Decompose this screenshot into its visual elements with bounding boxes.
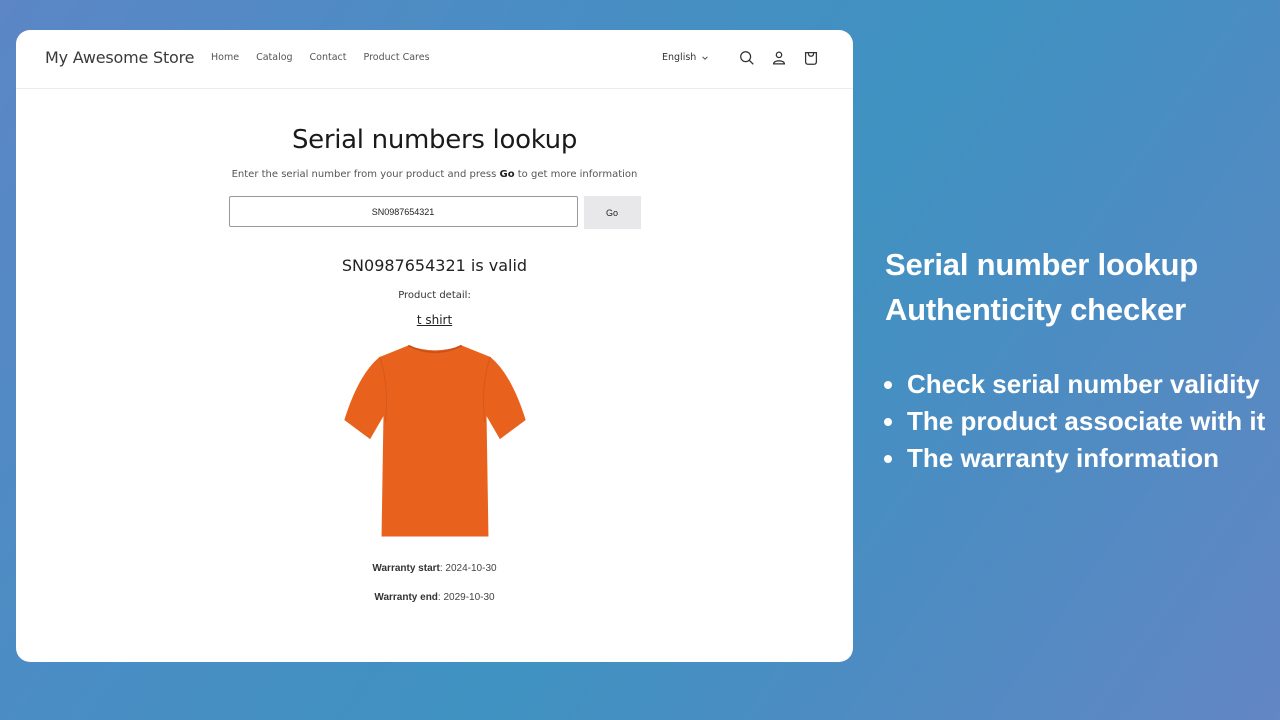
store-logo[interactable]: My Awesome Store (45, 48, 195, 67)
validity-result: SN0987654321 is valid (341, 256, 528, 275)
promo-panel: Serial number lookup Authenticity checke… (885, 242, 1265, 477)
lookup-instructions: Enter the serial number from your produc… (16, 169, 853, 180)
page-title: Serial numbers lookup (291, 125, 578, 155)
language-selector[interactable]: English (662, 52, 709, 63)
promo-heading-line2: Authenticity checker (885, 292, 1186, 327)
nav-product-cares[interactable]: Product Cares (364, 52, 430, 63)
serial-search-row: Go (16, 196, 853, 229)
go-button[interactable]: Go (583, 196, 641, 229)
cart-icon[interactable] (802, 49, 820, 67)
promo-bullet: The warranty information (907, 440, 1265, 477)
language-label: English (662, 52, 697, 63)
warranty-start-value: : 2024-10-30 (439, 563, 497, 574)
promo-heading-line1: Serial number lookup (885, 247, 1198, 282)
tshirt-body (343, 345, 526, 537)
header-icons (738, 49, 820, 67)
product-image-tshirt (343, 344, 526, 537)
promo-bullet: The product associate with it (907, 403, 1265, 440)
promo-bullets: Check serial number validity The product… (885, 366, 1265, 477)
warranty-start: Warranty start: 2024-10-30 (16, 563, 853, 574)
lookup-section: Serial numbers lookup Enter the serial n… (16, 125, 853, 603)
nav-contact[interactable]: Contact (310, 52, 347, 63)
store-window: My Awesome Store Home Catalog Contact Pr… (16, 30, 853, 662)
nav-catalog[interactable]: Catalog (256, 52, 292, 63)
main-nav: Home Catalog Contact Product Cares (211, 52, 430, 63)
instructions-go-emphasis: Go (499, 169, 515, 180)
account-icon[interactable] (770, 49, 788, 67)
chevron-down-icon (702, 55, 709, 60)
warranty-end: Warranty end: 2029-10-30 (16, 592, 853, 603)
product-link[interactable]: t shirt (417, 313, 452, 327)
store-header: My Awesome Store Home Catalog Contact Pr… (16, 30, 853, 89)
serial-number-input[interactable] (228, 196, 578, 227)
warranty-end-label: Warranty end (374, 592, 438, 603)
warranty-end-value: : 2029-10-30 (437, 592, 495, 603)
instructions-text-end: to get more information (514, 169, 638, 180)
nav-home[interactable]: Home (211, 52, 239, 63)
product-detail-label: Product detail: (398, 290, 471, 301)
promo-bullet: Check serial number validity (907, 366, 1265, 403)
search-icon[interactable] (738, 49, 756, 67)
instructions-text: Enter the serial number from your produc… (231, 169, 500, 180)
warranty-start-label: Warranty start (372, 563, 440, 574)
